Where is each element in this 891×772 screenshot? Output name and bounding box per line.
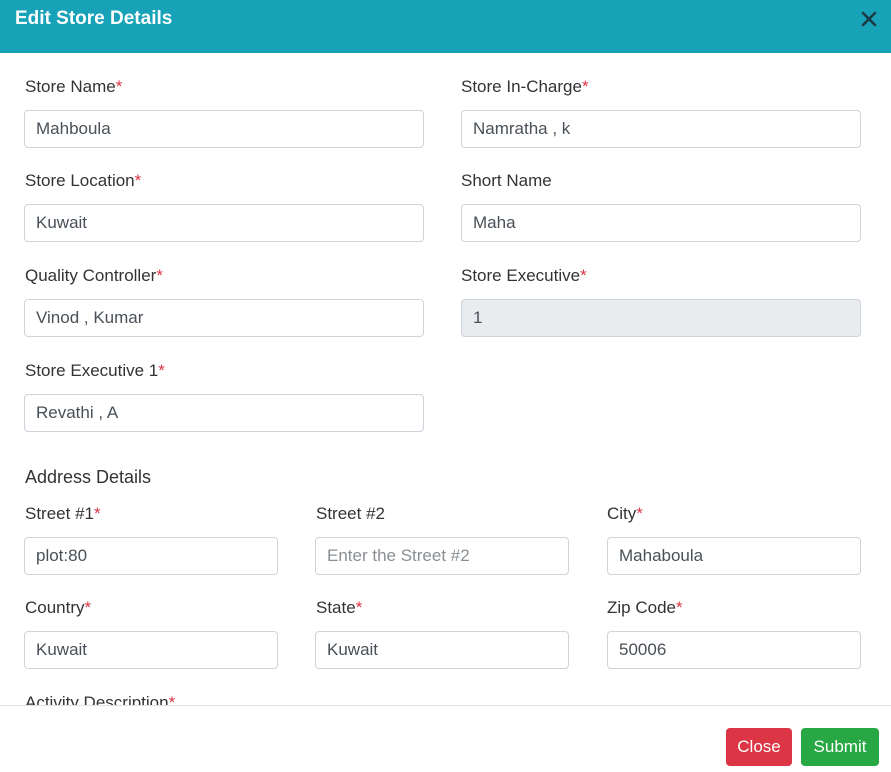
required-marker: * <box>580 266 587 285</box>
edit-store-modal: Edit Store Details Store Name* Store In-… <box>0 0 891 772</box>
short-name-input[interactable] <box>461 204 861 242</box>
store-name-input[interactable] <box>24 110 424 148</box>
state-input[interactable] <box>315 631 569 669</box>
required-marker: * <box>94 504 101 523</box>
store-location-label: Store Location* <box>25 171 142 190</box>
street1-label: Street #1* <box>25 504 101 523</box>
country-label: Country* <box>25 598 92 617</box>
country-input[interactable] <box>24 631 278 669</box>
required-marker: * <box>115 77 123 96</box>
zip-code-label: Zip Code* <box>607 598 683 617</box>
store-in-charge-label: Store In-Charge* <box>461 77 589 96</box>
store-executive-label: Store Executive* <box>461 266 587 285</box>
store-location-input[interactable] <box>24 204 424 242</box>
modal-body: Store Name* Store In-Charge* Store Locat… <box>0 53 891 705</box>
modal-header: Edit Store Details <box>0 0 891 53</box>
modal-title: Edit Store Details <box>15 8 173 29</box>
submit-button[interactable]: Submit <box>801 728 879 766</box>
quality-controller-label: Quality Controller* <box>25 266 163 285</box>
city-input[interactable] <box>607 537 861 575</box>
required-marker: * <box>636 504 643 523</box>
street1-input[interactable] <box>24 537 278 575</box>
required-marker: * <box>156 266 163 285</box>
zip-code-input[interactable] <box>607 631 861 669</box>
required-marker: * <box>134 171 142 190</box>
close-button[interactable]: Close <box>726 728 792 766</box>
store-executive-input <box>461 299 861 337</box>
city-label: City* <box>607 504 643 523</box>
store-in-charge-input[interactable] <box>461 110 861 148</box>
required-marker: * <box>158 361 165 380</box>
required-marker: * <box>355 598 363 617</box>
store-name-label: Store Name* <box>25 77 123 96</box>
close-icon[interactable] <box>858 8 880 30</box>
quality-controller-input[interactable] <box>24 299 424 337</box>
address-section-title: Address Details <box>25 467 152 487</box>
modal-footer: Close Submit <box>0 705 891 772</box>
street2-label: Street #2 <box>316 504 385 523</box>
required-marker: * <box>84 598 92 617</box>
required-marker: * <box>675 598 683 617</box>
short-name-label: Short Name <box>461 171 552 190</box>
required-marker: * <box>581 77 589 96</box>
required-marker: * <box>168 693 176 705</box>
activity-description-label: Activity Description* <box>25 693 175 705</box>
state-label: State* <box>316 598 363 617</box>
street2-input[interactable] <box>315 537 569 575</box>
store-executive-1-input[interactable] <box>24 394 424 432</box>
store-executive-1-label: Store Executive 1* <box>25 361 165 380</box>
